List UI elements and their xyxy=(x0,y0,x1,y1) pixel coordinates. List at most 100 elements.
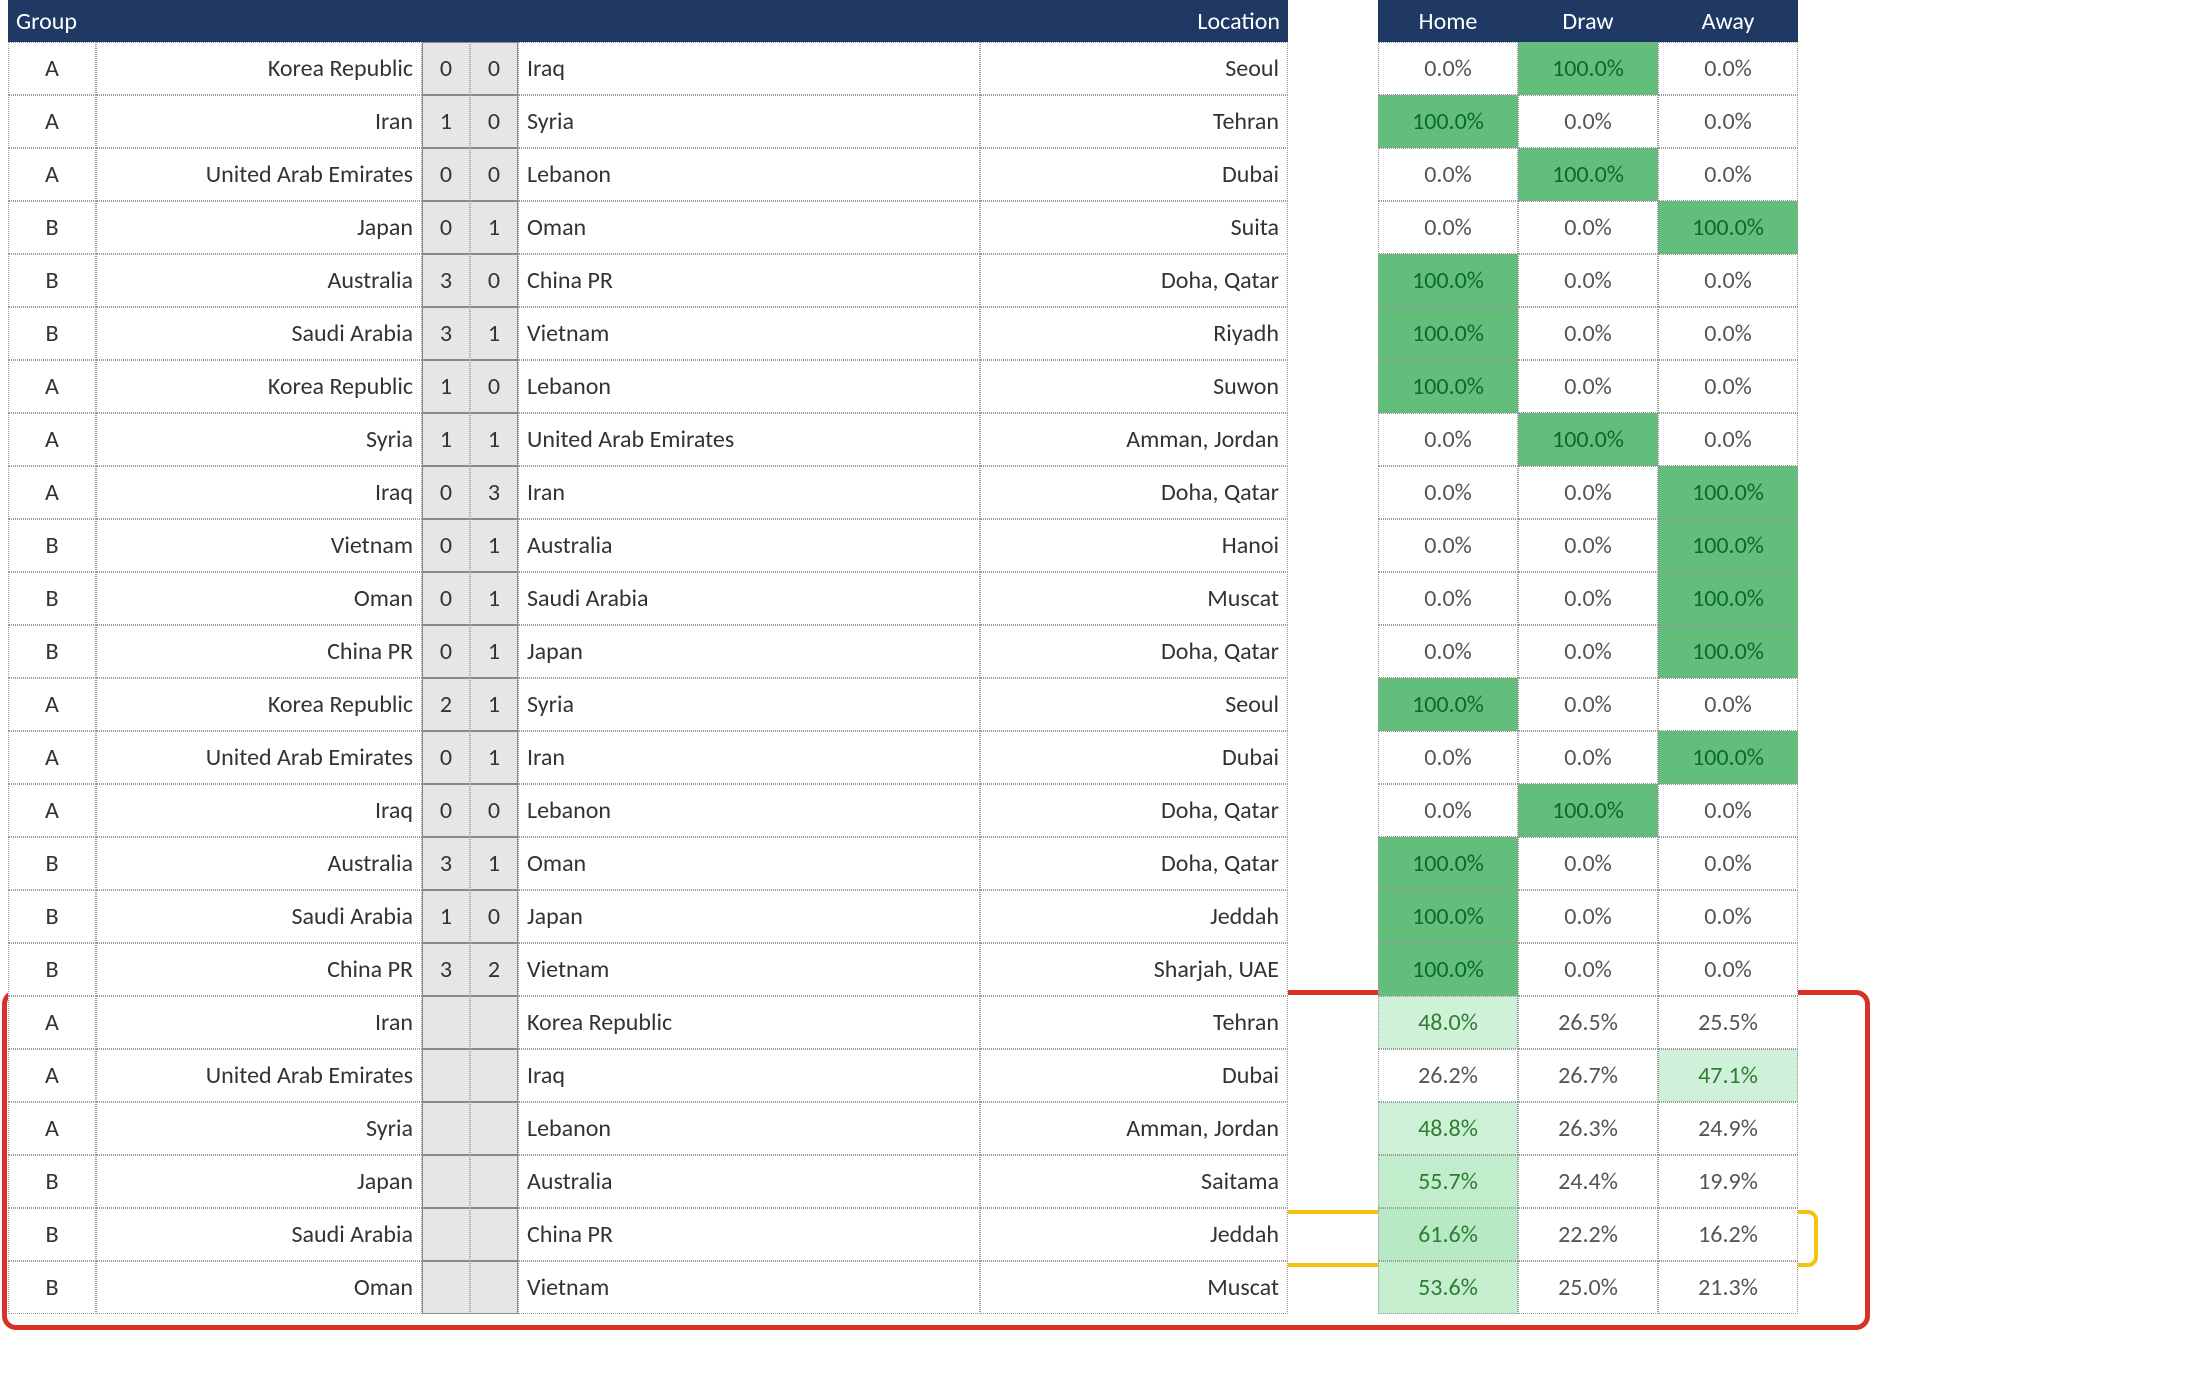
cell-s2[interactable]: 1 xyxy=(470,837,518,890)
cell-away[interactable]: Syria xyxy=(518,678,980,731)
pct-d[interactable]: 0.0% xyxy=(1518,519,1658,572)
cell-home[interactable]: Saudi Arabia xyxy=(96,307,422,360)
cell-home[interactable]: Iraq xyxy=(96,784,422,837)
cell-grp[interactable]: A xyxy=(8,996,96,1049)
pct-a[interactable]: 100.0% xyxy=(1658,201,1798,254)
cell-loc[interactable]: Jeddah xyxy=(980,1208,1288,1261)
cell-away[interactable]: Australia xyxy=(518,519,980,572)
pct-h[interactable]: 100.0% xyxy=(1378,360,1518,413)
cell-s1[interactable]: 2 xyxy=(422,678,470,731)
cell-loc[interactable]: Sharjah, UAE xyxy=(980,943,1288,996)
cell-s1[interactable]: 1 xyxy=(422,890,470,943)
cell-s2[interactable] xyxy=(470,1208,518,1261)
pct-a[interactable]: 0.0% xyxy=(1658,254,1798,307)
cell-s1[interactable]: 0 xyxy=(422,201,470,254)
cell-grp[interactable]: B xyxy=(8,837,96,890)
cell-grp[interactable]: B xyxy=(8,1261,96,1314)
cell-away[interactable]: Vietnam xyxy=(518,1261,980,1314)
cell-loc[interactable]: Saitama xyxy=(980,1155,1288,1208)
cell-s1[interactable]: 0 xyxy=(422,784,470,837)
pct-a[interactable]: 0.0% xyxy=(1658,148,1798,201)
pct-a[interactable]: 25.5% xyxy=(1658,996,1798,1049)
pct-h[interactable]: 55.7% xyxy=(1378,1155,1518,1208)
cell-s2[interactable]: 0 xyxy=(470,148,518,201)
cell-s1[interactable]: 1 xyxy=(422,360,470,413)
cell-s1[interactable] xyxy=(422,1102,470,1155)
cell-loc[interactable]: Tehran xyxy=(980,95,1288,148)
cell-away[interactable]: Japan xyxy=(518,625,980,678)
pct-a[interactable]: 0.0% xyxy=(1658,95,1798,148)
cell-loc[interactable]: Suwon xyxy=(980,360,1288,413)
cell-s1[interactable]: 0 xyxy=(422,519,470,572)
cell-home[interactable]: Australia xyxy=(96,837,422,890)
pct-d[interactable]: 0.0% xyxy=(1518,943,1658,996)
pct-d[interactable]: 0.0% xyxy=(1518,201,1658,254)
pct-h[interactable]: 0.0% xyxy=(1378,148,1518,201)
cell-away[interactable]: Oman xyxy=(518,201,980,254)
cell-loc[interactable]: Muscat xyxy=(980,572,1288,625)
cell-home[interactable]: Korea Republic xyxy=(96,42,422,95)
pct-a[interactable]: 0.0% xyxy=(1658,890,1798,943)
pct-h[interactable]: 0.0% xyxy=(1378,42,1518,95)
cell-away[interactable]: Oman xyxy=(518,837,980,890)
pct-d[interactable]: 100.0% xyxy=(1518,42,1658,95)
cell-s2[interactable]: 1 xyxy=(470,307,518,360)
pct-d[interactable]: 0.0% xyxy=(1518,625,1658,678)
pct-a[interactable]: 0.0% xyxy=(1658,307,1798,360)
cell-s1[interactable]: 0 xyxy=(422,42,470,95)
cell-grp[interactable]: A xyxy=(8,731,96,784)
cell-grp[interactable]: B xyxy=(8,572,96,625)
pct-a[interactable]: 0.0% xyxy=(1658,413,1798,466)
pct-d[interactable]: 0.0% xyxy=(1518,890,1658,943)
pct-h[interactable]: 100.0% xyxy=(1378,837,1518,890)
cell-home[interactable]: Australia xyxy=(96,254,422,307)
cell-s2[interactable] xyxy=(470,1155,518,1208)
pct-d[interactable]: 26.5% xyxy=(1518,996,1658,1049)
cell-s2[interactable] xyxy=(470,1261,518,1314)
pct-h[interactable]: 0.0% xyxy=(1378,519,1518,572)
cell-s2[interactable]: 0 xyxy=(470,42,518,95)
cell-loc[interactable]: Hanoi xyxy=(980,519,1288,572)
cell-s1[interactable] xyxy=(422,1155,470,1208)
cell-home[interactable]: Saudi Arabia xyxy=(96,1208,422,1261)
cell-s1[interactable] xyxy=(422,996,470,1049)
cell-s2[interactable]: 2 xyxy=(470,943,518,996)
cell-s2[interactable]: 1 xyxy=(470,572,518,625)
cell-loc[interactable]: Doha, Qatar xyxy=(980,625,1288,678)
pct-d[interactable]: 26.7% xyxy=(1518,1049,1658,1102)
cell-grp[interactable]: B xyxy=(8,1208,96,1261)
cell-home[interactable]: Saudi Arabia xyxy=(96,890,422,943)
cell-grp[interactable]: A xyxy=(8,42,96,95)
cell-away[interactable]: Syria xyxy=(518,95,980,148)
cell-loc[interactable]: Doha, Qatar xyxy=(980,254,1288,307)
cell-s2[interactable]: 1 xyxy=(470,519,518,572)
pct-d[interactable]: 22.2% xyxy=(1518,1208,1658,1261)
cell-loc[interactable]: Doha, Qatar xyxy=(980,784,1288,837)
cell-s2[interactable]: 0 xyxy=(470,360,518,413)
cell-away[interactable]: Lebanon xyxy=(518,1102,980,1155)
cell-s1[interactable]: 1 xyxy=(422,95,470,148)
pct-h[interactable]: 48.8% xyxy=(1378,1102,1518,1155)
cell-loc[interactable]: Seoul xyxy=(980,42,1288,95)
cell-grp[interactable]: B xyxy=(8,307,96,360)
cell-away[interactable]: Japan xyxy=(518,890,980,943)
cell-loc[interactable]: Dubai xyxy=(980,1049,1288,1102)
cell-s2[interactable] xyxy=(470,1049,518,1102)
pct-a[interactable]: 0.0% xyxy=(1658,943,1798,996)
cell-home[interactable]: China PR xyxy=(96,943,422,996)
cell-loc[interactable]: Suita xyxy=(980,201,1288,254)
cell-home[interactable]: Korea Republic xyxy=(96,360,422,413)
cell-grp[interactable]: B xyxy=(8,625,96,678)
cell-s1[interactable]: 0 xyxy=(422,625,470,678)
cell-loc[interactable]: Muscat xyxy=(980,1261,1288,1314)
cell-s1[interactable] xyxy=(422,1208,470,1261)
pct-h[interactable]: 53.6% xyxy=(1378,1261,1518,1314)
cell-home[interactable]: Korea Republic xyxy=(96,678,422,731)
cell-s2[interactable]: 0 xyxy=(470,95,518,148)
cell-s1[interactable]: 0 xyxy=(422,731,470,784)
cell-s2[interactable]: 1 xyxy=(470,413,518,466)
pct-h[interactable]: 0.0% xyxy=(1378,572,1518,625)
pct-h[interactable]: 100.0% xyxy=(1378,95,1518,148)
pct-a[interactable]: 47.1% xyxy=(1658,1049,1798,1102)
cell-s1[interactable] xyxy=(422,1049,470,1102)
